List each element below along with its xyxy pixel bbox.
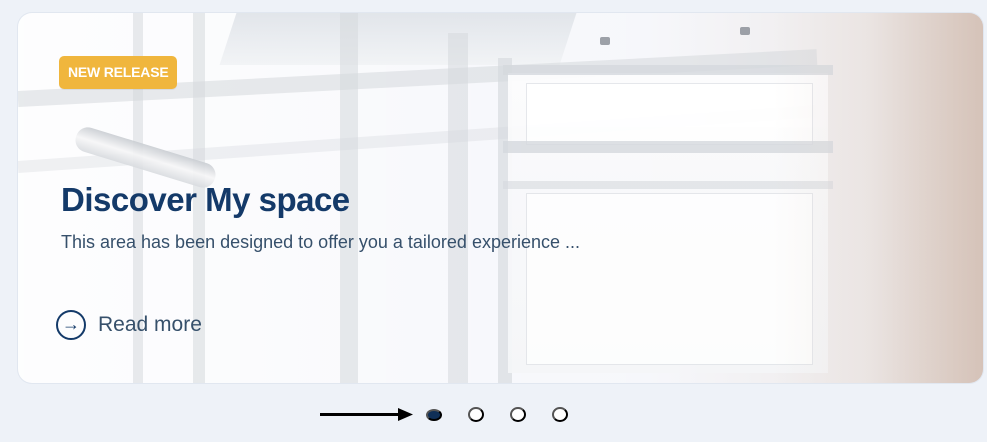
page: NEW RELEASE Discover My space This area … xyxy=(0,0,987,442)
carousel-dot-4[interactable] xyxy=(552,407,568,422)
carousel-dot-3[interactable] xyxy=(510,407,526,422)
arrow-right-icon xyxy=(320,408,413,421)
new-release-badge: NEW RELEASE xyxy=(59,56,178,89)
carousel-pagination xyxy=(425,407,568,422)
carousel-dot-1[interactable] xyxy=(426,408,442,421)
hero-content: NEW RELEASE Discover My space This area … xyxy=(18,13,983,383)
hero-banner-card[interactable]: NEW RELEASE Discover My space This area … xyxy=(18,13,983,383)
carousel-dot-2[interactable] xyxy=(468,407,484,422)
read-more-label: Read more xyxy=(98,313,202,336)
arrow-right-circle-icon: → xyxy=(56,309,86,340)
hero-title: Discover My space xyxy=(61,181,350,218)
hero-description: This area has been designed to offer you… xyxy=(61,232,581,252)
read-more-link[interactable]: → Read more xyxy=(56,309,202,340)
